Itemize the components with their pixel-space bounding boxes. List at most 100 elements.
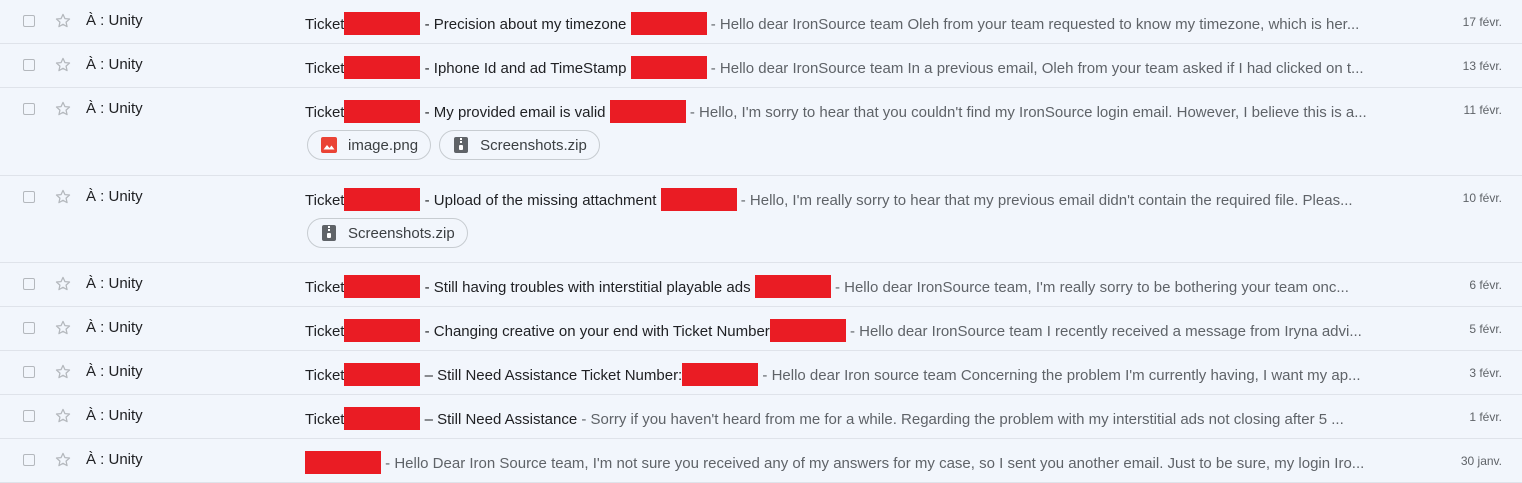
subject-line: - Hello Dear Iron Source team, I'm not s…: [305, 451, 1397, 474]
email-list: À : Unity Ticket - Precision about my tim…: [0, 0, 1522, 483]
attachment-name: image.png: [348, 136, 419, 154]
email-date: 17 févr.: [1462, 15, 1502, 29]
subject-prefix: Ticket: [305, 16, 345, 33]
subject-prefix: Ticket: [305, 323, 345, 340]
email-row[interactable]: À : Unity Ticket - My provided email is v…: [0, 88, 1522, 176]
redacted-block: [682, 363, 759, 386]
sender-name: À : Unity: [86, 451, 143, 468]
snippet-text: - Hello dear IronSource team I recently …: [845, 323, 1362, 340]
redacted-block: [609, 100, 686, 123]
attachments: image.png Screenshots.zip: [307, 130, 600, 160]
sender-name: À : Unity: [86, 12, 143, 29]
sender-name: À : Unity: [86, 188, 143, 205]
subject-text: - My provided email is valid: [420, 104, 610, 121]
email-row[interactable]: À : Unity Ticket - Changing creative on y…: [0, 307, 1522, 351]
subject-text: - Upload of the missing attachment: [420, 192, 661, 209]
redacted-block: [660, 188, 737, 211]
subject-prefix: Ticket: [305, 367, 345, 384]
star-icon[interactable]: [54, 12, 72, 30]
select-checkbox[interactable]: [23, 366, 35, 378]
attachment-name: Screenshots.zip: [480, 136, 587, 154]
sender-name: À : Unity: [86, 56, 143, 73]
snippet-text: - Hello dear Iron source team Concerning…: [758, 367, 1361, 384]
subject-line: Ticket - Still having troubles with inte…: [305, 275, 1397, 298]
snippet-text: - Hello dear IronSource team, I'm really…: [830, 279, 1349, 296]
select-checkbox[interactable]: [23, 103, 35, 115]
email-date: 11 févr.: [1463, 103, 1502, 117]
star-icon[interactable]: [54, 451, 72, 469]
subject-prefix: Ticket: [305, 279, 345, 296]
redacted-block: [344, 407, 421, 430]
redacted-block: [630, 56, 707, 79]
sender-name: À : Unity: [86, 363, 143, 380]
subject-line: Ticket - My provided email is valid - He…: [305, 100, 1397, 123]
star-icon[interactable]: [54, 56, 72, 74]
subject-line: Ticket – Still Need Assistance Ticket Nu…: [305, 363, 1397, 386]
star-icon[interactable]: [54, 275, 72, 293]
email-date: 5 févr.: [1469, 322, 1502, 336]
attachment-chip[interactable]: Screenshots.zip: [439, 130, 600, 160]
redacted-block: [769, 319, 846, 342]
subject-prefix: Ticket: [305, 60, 345, 77]
subject-text: – Still Need Assistance Ticket Number:: [420, 367, 683, 384]
subject-text: – Still Need Assistance: [420, 411, 578, 428]
image-file-icon: [320, 136, 338, 154]
subject-prefix: Ticket: [305, 411, 345, 428]
sender-name: À : Unity: [86, 319, 143, 336]
email-date: 10 févr.: [1462, 191, 1502, 205]
snippet-text: - Sorry if you haven't heard from me for…: [577, 411, 1344, 428]
star-icon[interactable]: [54, 363, 72, 381]
email-row[interactable]: À : Unity Ticket - Upload of the missing …: [0, 176, 1522, 263]
select-checkbox[interactable]: [23, 15, 35, 27]
redacted-block: [344, 100, 421, 123]
email-date: 3 févr.: [1469, 366, 1502, 380]
email-row[interactable]: À : Unity Ticket - Precision about my tim…: [0, 0, 1522, 44]
subject-line: Ticket - Changing creative on your end w…: [305, 319, 1397, 342]
select-checkbox[interactable]: [23, 191, 35, 203]
sender-name: À : Unity: [86, 407, 143, 424]
redacted-block: [344, 319, 421, 342]
snippet-text: - Hello Dear Iron Source team, I'm not s…: [381, 455, 1365, 472]
select-checkbox[interactable]: [23, 59, 35, 71]
select-checkbox[interactable]: [23, 454, 35, 466]
redacted-block: [305, 451, 381, 474]
snippet-text: - Hello, I'm really sorry to hear that m…: [736, 192, 1353, 209]
subject-prefix: Ticket: [305, 104, 345, 121]
star-icon[interactable]: [54, 319, 72, 337]
subject-line: Ticket - Iphone Id and ad TimeStamp - He…: [305, 56, 1397, 79]
select-checkbox[interactable]: [23, 278, 35, 290]
subject-line: Ticket - Precision about my timezone - H…: [305, 12, 1397, 35]
email-date: 13 févr.: [1462, 59, 1502, 73]
attachments: Screenshots.zip: [307, 218, 468, 248]
subject-text: - Precision about my timezone: [420, 16, 631, 33]
email-row[interactable]: À : Unity Ticket – Still Need Assistance …: [0, 395, 1522, 439]
snippet-text: - Hello, I'm sorry to hear that you coul…: [685, 104, 1367, 121]
zip-file-icon: [452, 136, 470, 154]
email-row[interactable]: À : Unity Ticket – Still Need Assistance …: [0, 351, 1522, 395]
star-icon[interactable]: [54, 100, 72, 118]
snippet-text: - Hello dear IronSource team In a previo…: [706, 60, 1364, 77]
redacted-block: [754, 275, 831, 298]
attachment-chip[interactable]: Screenshots.zip: [307, 218, 468, 248]
redacted-block: [344, 56, 421, 79]
email-date: 6 févr.: [1469, 278, 1502, 292]
redacted-block: [344, 12, 421, 35]
star-icon[interactable]: [54, 188, 72, 206]
subject-text: - Changing creative on your end with Tic…: [420, 323, 770, 340]
sender-name: À : Unity: [86, 275, 143, 292]
attachment-name: Screenshots.zip: [348, 224, 455, 242]
attachment-chip[interactable]: image.png: [307, 130, 432, 160]
email-row[interactable]: À : Unity Ticket - Iphone Id and ad TimeS…: [0, 44, 1522, 88]
subject-prefix: Ticket: [305, 192, 345, 209]
select-checkbox[interactable]: [23, 410, 35, 422]
email-row[interactable]: À : Unity Ticket - Still having troubles …: [0, 263, 1522, 307]
email-row[interactable]: À : Unity - Hello Dear Iron Source team,…: [0, 439, 1522, 483]
subject-text: - Still having troubles with interstitia…: [420, 279, 755, 296]
redacted-block: [344, 363, 421, 386]
sender-name: À : Unity: [86, 100, 143, 117]
email-date: 1 févr.: [1469, 410, 1502, 424]
redacted-block: [344, 188, 421, 211]
subject-line: Ticket - Upload of the missing attachmen…: [305, 188, 1397, 211]
star-icon[interactable]: [54, 407, 72, 425]
select-checkbox[interactable]: [23, 322, 35, 334]
